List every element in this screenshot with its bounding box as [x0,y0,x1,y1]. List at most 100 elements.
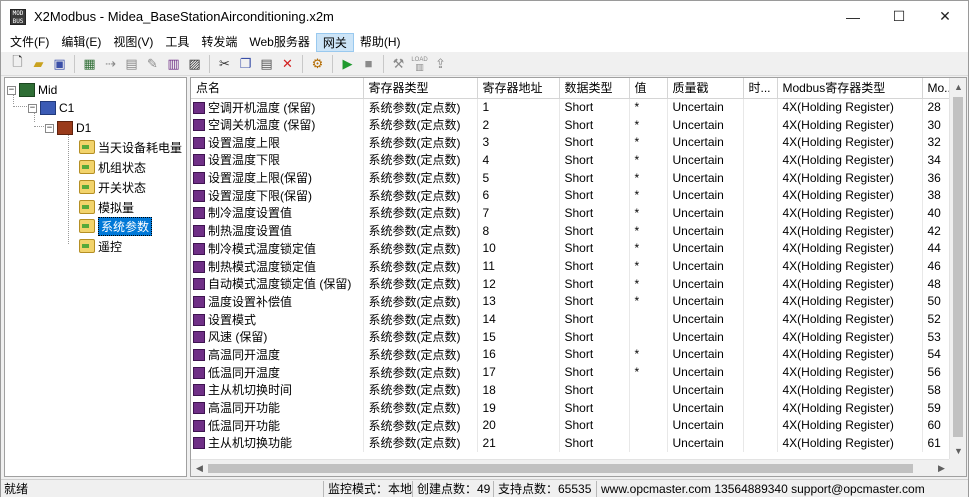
collapse-icon[interactable]: − [45,123,54,133]
cell-name[interactable]: 高温同开功能 [191,398,364,417]
scroll-up-icon[interactable]: ▲ [950,78,966,95]
cell-register-address[interactable]: 10 [477,239,560,258]
cell-quality[interactable]: Uncertain [667,186,744,205]
cell-register-type[interactable]: 系统参数(定点数) [363,115,478,134]
cell-register-type[interactable]: 系统参数(定点数) [363,327,478,346]
cell-quality[interactable]: Uncertain [667,151,744,169]
menu-help[interactable]: 帮助(H) [354,33,407,52]
cell-value[interactable]: * [629,221,668,240]
horizontal-scrollbar[interactable]: ◀ ▶ [191,459,950,476]
cell-register-type[interactable]: 系统参数(定点数) [363,363,478,381]
cell-value[interactable] [629,327,668,346]
vertical-scroll-thumb[interactable] [953,97,963,437]
cell-register-address[interactable]: 2 [477,115,560,134]
cell-name[interactable]: 设置湿度下限(保留) [191,186,364,205]
cell-time[interactable] [743,168,778,187]
cell-name[interactable]: 制热温度设置值 [191,221,364,240]
cell-modbus-register-type[interactable]: 4X(Holding Register) [777,98,923,116]
new-file-icon[interactable]: 🗋 [7,54,28,74]
table-row[interactable]: 风速 (保留) 系统参数(定点数) 15 Short Uncertain 4X(Holdi… [191,327,956,346]
open-folder-icon[interactable]: ▰ [28,54,49,74]
cell-name[interactable]: 主从机切换时间 [191,381,364,399]
cell-register-type[interactable]: 系统参数(定点数) [363,310,478,328]
column-header-modbus-register-type[interactable]: Modbus寄存器类型 [777,78,923,99]
cell-time[interactable] [743,363,778,381]
cell-register-address[interactable]: 5 [477,168,560,187]
tree-node-group[interactable]: 机组状态 [79,158,146,176]
cell-register-address[interactable]: 14 [477,310,560,328]
cell-register-type[interactable]: 系统参数(定点数) [363,239,478,258]
table-row[interactable]: 低温同开功能 系统参数(定点数) 20 Short Uncertain 4X(Holdin… [191,416,956,435]
cell-register-address[interactable]: 8 [477,221,560,240]
cell-time[interactable] [743,292,778,311]
table-row[interactable]: 设置模式 系统参数(定点数) 14 Short Uncertain 4X(Holding … [191,310,956,328]
menu-edit[interactable]: 编辑(E) [55,33,107,52]
cell-register-address[interactable]: 21 [477,434,560,452]
cell-value[interactable]: * [629,168,668,187]
cell-register-address[interactable]: 1 [477,98,560,116]
cell-time[interactable] [743,257,778,275]
cell-quality[interactable]: Uncertain [667,115,744,134]
cell-data-type[interactable]: Short [559,327,630,346]
cell-register-type[interactable]: 系统参数(定点数) [363,434,478,452]
tree-node-group-selected[interactable]: 系统参数 [79,216,153,236]
cell-data-type[interactable]: Short [559,168,630,187]
cell-name[interactable]: 制冷温度设置值 [191,204,364,222]
table-row[interactable]: 自动模式温度锁定值 (保留) 系统参数(定点数) 12 Short * Uncertain… [191,274,956,293]
cell-quality[interactable]: Uncertain [667,239,744,258]
cell-quality[interactable]: Uncertain [667,168,744,187]
cell-register-type[interactable]: 系统参数(定点数) [363,345,478,364]
cell-name[interactable]: 低温同开功能 [191,416,364,435]
cell-register-address[interactable]: 6 [477,186,560,205]
table-row[interactable]: 高温同开温度 系统参数(定点数) 16 Short * Uncertain 4X(Holdi… [191,345,956,364]
cell-name[interactable]: 温度设置补偿值 [191,292,364,311]
cell-time[interactable] [743,345,778,364]
cell-time[interactable] [743,133,778,152]
table-row[interactable]: 设置温度上限 系统参数(定点数) 3 Short * Uncertain 4X(Holdin… [191,133,956,152]
vertical-scrollbar[interactable]: ▲ ▼ [949,78,966,459]
cell-value[interactable]: * [629,274,668,293]
cell-register-type[interactable]: 系统参数(定点数) [363,292,478,311]
column-header-quality[interactable]: 质量戳 [667,78,744,99]
cell-time[interactable] [743,151,778,169]
cell-quality[interactable]: Uncertain [667,310,744,328]
cell-register-type[interactable]: 系统参数(定点数) [363,274,478,293]
table-row[interactable]: 主从机切换功能 系统参数(定点数) 21 Short Uncertain 4X(Holdi… [191,434,956,452]
cell-modbus-register-type[interactable]: 4X(Holding Register) [777,416,923,435]
cell-modbus-register-type[interactable]: 4X(Holding Register) [777,274,923,293]
import-icon[interactable]: ▥ [163,54,184,74]
cell-register-type[interactable]: 系统参数(定点数) [363,204,478,222]
menu-view[interactable]: 视图(V) [107,33,159,52]
tree-node-group[interactable]: 开关状态 [79,178,146,196]
cell-name[interactable]: 高温同开温度 [191,345,364,364]
cell-register-address[interactable]: 3 [477,133,560,152]
cell-modbus-register-type[interactable]: 4X(Holding Register) [777,186,923,205]
settings-icon[interactable]: ⚙ [307,54,328,74]
table-row[interactable]: 制冷温度设置值 系统参数(定点数) 7 Short * Uncertain 4X(Holdi… [191,204,956,222]
menu-forwarder[interactable]: 转发端 [195,33,243,52]
column-header-name[interactable]: 点名 [191,78,364,99]
cell-data-type[interactable]: Short [559,434,630,452]
table-row[interactable]: 制冷模式温度锁定值 系统参数(定点数) 10 Short * Uncertain 4X(Ho… [191,239,956,258]
cell-register-type[interactable]: 系统参数(定点数) [363,186,478,205]
table-row[interactable]: 空调开机温度 (保留) 系统参数(定点数) 1 Short * Uncertain 4X(H… [191,98,956,116]
save-icon[interactable]: ▣ [49,54,70,74]
menu-file[interactable]: 文件(F) [4,33,55,52]
cell-quality[interactable]: Uncertain [667,345,744,364]
column-header-register-type[interactable]: 寄存器类型 [363,78,478,99]
cell-register-address[interactable]: 17 [477,363,560,381]
cell-register-type[interactable]: 系统参数(定点数) [363,151,478,169]
cell-value[interactable]: * [629,115,668,134]
tree-node-group[interactable]: 模拟量 [79,198,134,216]
scroll-down-icon[interactable]: ▼ [950,442,966,459]
cell-value[interactable]: * [629,292,668,311]
cell-modbus-register-type[interactable]: 4X(Holding Register) [777,239,923,258]
cell-modbus-register-type[interactable]: 4X(Holding Register) [777,434,923,452]
cell-register-address[interactable]: 20 [477,416,560,435]
cell-register-address[interactable]: 7 [477,204,560,222]
cell-data-type[interactable]: Short [559,151,630,169]
cell-time[interactable] [743,274,778,293]
table-row[interactable]: 主从机切换时间 系统参数(定点数) 18 Short Uncertain 4X(Holdi… [191,381,956,399]
cell-data-type[interactable]: Short [559,98,630,116]
cell-modbus-register-type[interactable]: 4X(Holding Register) [777,345,923,364]
